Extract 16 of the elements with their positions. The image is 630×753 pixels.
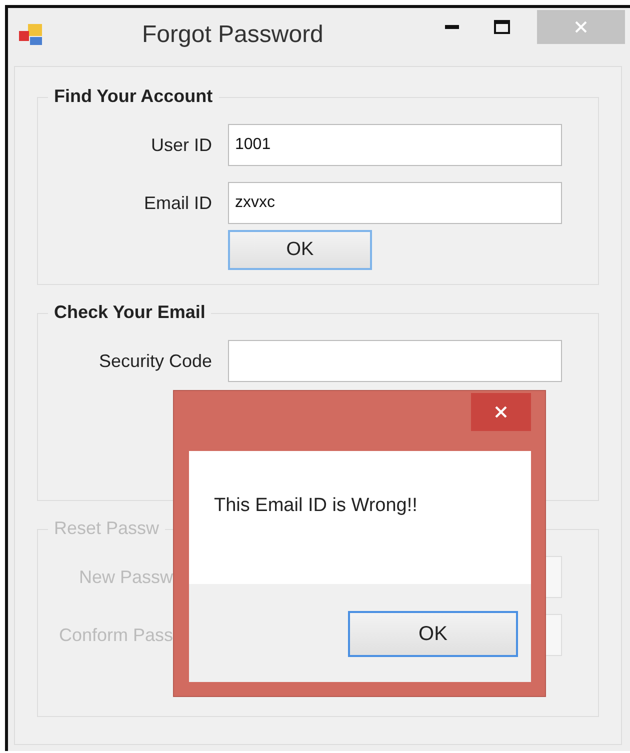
message-text: This Email ID is Wrong!!: [214, 495, 418, 516]
window-title: Forgot Password: [142, 21, 324, 49]
field-label: Security Code: [98, 350, 213, 372]
field-label: User ID: [150, 134, 213, 156]
minimize-icon: [445, 25, 459, 29]
close-icon: [574, 20, 588, 34]
app-icon: [18, 23, 44, 47]
input-field[interactable]: 1001: [228, 124, 562, 166]
close-button[interactable]: [471, 393, 531, 431]
field-label: Email ID: [142, 192, 213, 214]
ok-button[interactable]: OK: [348, 611, 518, 657]
input-field[interactable]: zxvxc: [228, 182, 562, 224]
ok-button[interactable]: OK: [228, 230, 372, 270]
input-field[interactable]: [228, 340, 562, 382]
close-icon: [494, 405, 508, 419]
maximize-icon: [494, 20, 510, 34]
